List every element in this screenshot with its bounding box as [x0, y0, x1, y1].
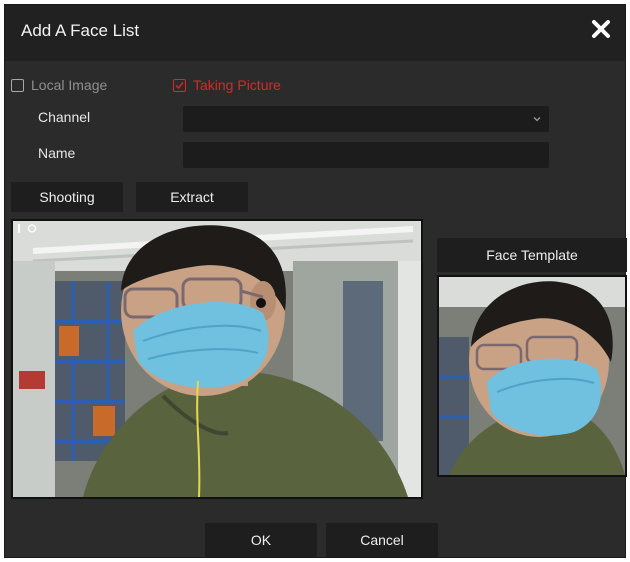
- face-template-image: [437, 275, 627, 477]
- video-status-icon: [18, 224, 37, 233]
- shooting-button[interactable]: Shooting: [11, 182, 123, 212]
- channel-select[interactable]: [183, 106, 549, 132]
- close-button[interactable]: [587, 15, 615, 43]
- dialog-titlebar: Add A Face List: [5, 5, 625, 61]
- name-input[interactable]: [183, 142, 549, 168]
- close-icon: [592, 20, 610, 38]
- face-template-header: Face Template: [437, 238, 627, 272]
- chevron-down-icon: [533, 117, 541, 122]
- channel-label: Channel: [38, 109, 91, 125]
- extract-button[interactable]: Extract: [136, 182, 248, 212]
- checkbox-unchecked-icon: [11, 78, 24, 92]
- ok-button[interactable]: OK: [205, 523, 317, 557]
- name-label: Name: [38, 145, 76, 161]
- local-image-checkbox[interactable]: Local Image: [11, 77, 107, 93]
- camera-feed-image: [13, 221, 421, 497]
- local-image-label: Local Image: [31, 77, 108, 93]
- taking-picture-label: Taking Picture: [193, 77, 281, 93]
- add-face-list-dialog: Add A Face List Local Image Taking Pictu…: [4, 4, 627, 558]
- taking-picture-checkbox[interactable]: Taking Picture: [173, 77, 281, 93]
- face-template-photo: [439, 277, 625, 475]
- cancel-button[interactable]: Cancel: [326, 523, 438, 557]
- dialog-title: Add A Face List: [21, 21, 140, 40]
- checkbox-checked-icon: [173, 78, 186, 92]
- camera-preview: [11, 219, 423, 499]
